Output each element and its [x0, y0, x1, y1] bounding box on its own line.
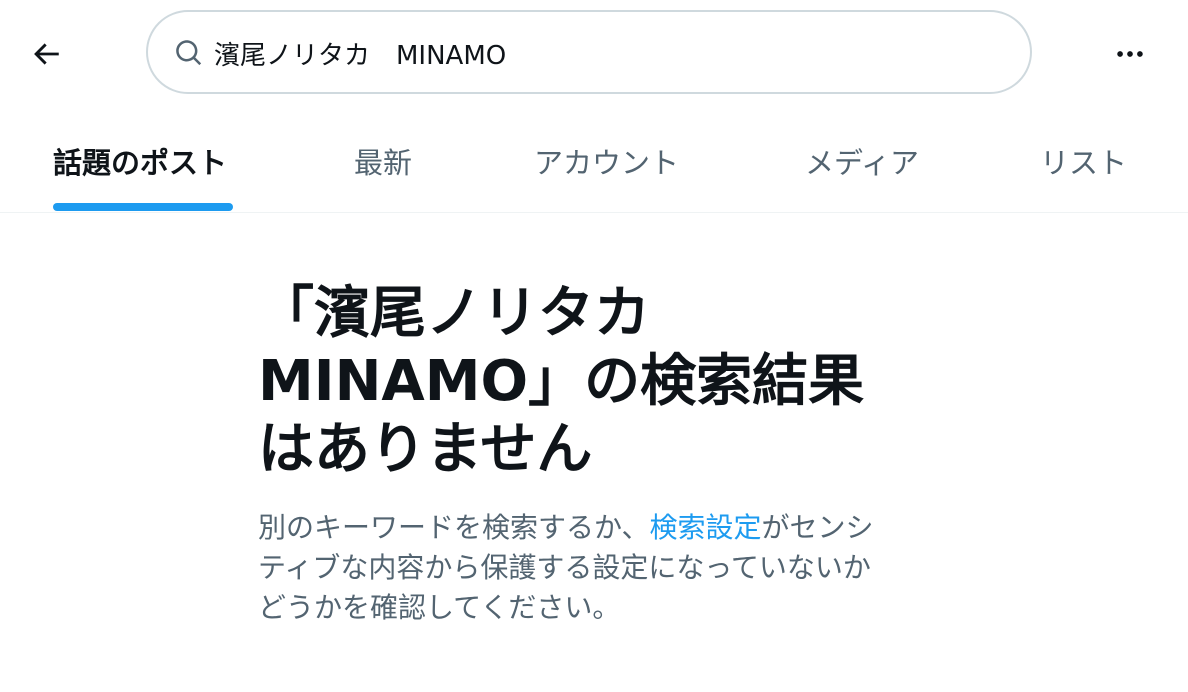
tab-label: メディア [805, 146, 919, 180]
tab-top-posts[interactable]: 話題のポスト [0, 108, 286, 212]
empty-title-line: 「濱尾ノリタカ [258, 281, 650, 346]
tab-label: アカウント [534, 146, 680, 180]
header [0, 0, 1188, 108]
search-box[interactable] [146, 10, 1032, 94]
tab-label: 最新 [354, 146, 413, 180]
tab-label: リスト [1040, 146, 1128, 180]
tab-bar: 話題のポスト 最新 アカウント メディア リスト [0, 108, 1188, 213]
desc-line: ティブな内容から保護する設定になっていないか [258, 551, 871, 584]
search-settings-link[interactable]: 検索設定 [649, 511, 761, 544]
tab-label: 話題のポスト [53, 146, 228, 180]
desc-line: どうかを確認してください。 [258, 591, 621, 624]
search-input[interactable] [214, 30, 994, 76]
empty-title-line: はありません [258, 417, 593, 482]
back-button[interactable] [22, 30, 70, 78]
desc-text: がセンシ [761, 511, 874, 544]
more-icon [1117, 51, 1143, 57]
more-button[interactable] [1106, 30, 1154, 78]
empty-title-line: MINAMO」の検索結果 [258, 349, 865, 414]
tab-latest[interactable]: 最新 [286, 108, 482, 212]
search-results-page: 話題のポスト 最新 アカウント メディア リスト 「濱尾ノリタカ MINAMO」… [0, 0, 1188, 692]
tab-lists[interactable]: リスト [982, 108, 1188, 212]
active-tab-indicator [53, 203, 233, 211]
empty-state-description: 別のキーワードを検索するか、検索設定がセンシ ティブな内容から保護する設定になっ… [258, 508, 938, 628]
desc-text: 別のキーワードを検索するか、 [258, 511, 650, 544]
desc-line: 別のキーワードを検索するか、検索設定がセンシ [258, 508, 938, 548]
arrow-left-icon [34, 43, 59, 65]
empty-state-title: 「濱尾ノリタカ MINAMO」の検索結果 はありません [258, 280, 938, 484]
tab-media[interactable]: メディア [732, 108, 982, 212]
search-icon [176, 40, 202, 66]
tab-accounts[interactable]: アカウント [482, 108, 732, 212]
